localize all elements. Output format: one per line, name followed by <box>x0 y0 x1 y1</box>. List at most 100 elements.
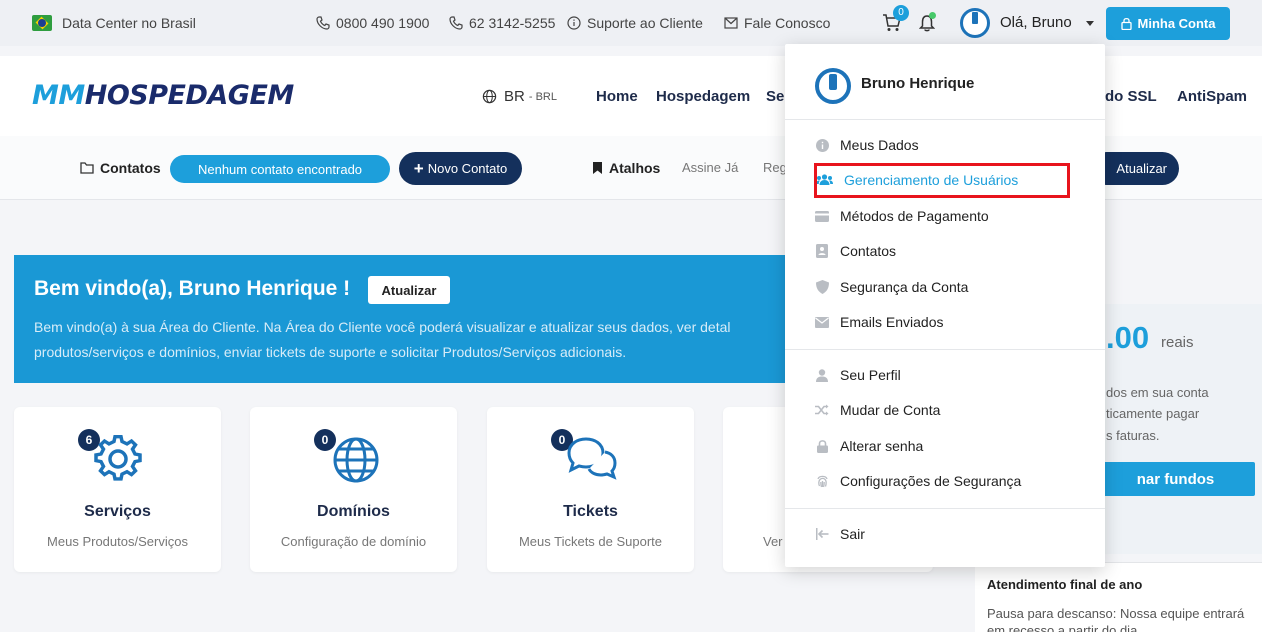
sign-out-icon <box>815 527 829 541</box>
contact-us-label: Fale Conosco <box>744 15 831 31</box>
notice-body: Pausa para descanso: Nossa equipe entrar… <box>987 606 1245 632</box>
phone-icon <box>449 16 463 30</box>
menu-item-emails-enviados[interactable]: Emails Enviados <box>815 312 944 332</box>
menu-item-alterar-senha[interactable]: Alterar senha <box>815 436 923 456</box>
nav-antispam[interactable]: AntiSpam <box>1177 88 1247 105</box>
nav-hospedagem[interactable]: Hospedagem <box>656 88 750 105</box>
phone-1-link[interactable]: 0800 490 1900 <box>316 0 429 46</box>
folder-icon <box>80 162 94 174</box>
notice-box: Atendimento final de ano Pausa para desc… <box>975 562 1262 632</box>
nav-home[interactable]: Home <box>596 88 638 105</box>
divider <box>785 508 1105 509</box>
lock-icon <box>815 439 829 453</box>
lock-icon <box>1120 17 1132 30</box>
cart-count-badge: 0 <box>893 5 909 21</box>
highlight-box <box>814 163 1070 198</box>
shortcut-registrar[interactable]: Reg <box>763 160 787 175</box>
menu-item-label: Métodos de Pagamento <box>840 208 989 224</box>
phone-2-link[interactable]: 62 3142-5255 <box>449 0 555 46</box>
user-greeting: Olá, Bruno <box>1000 14 1072 31</box>
my-account-button[interactable]: Minha Conta <box>1106 7 1230 40</box>
cart-button[interactable]: 0 <box>882 5 909 34</box>
update-shortcuts-label: Atualizar <box>1116 161 1167 176</box>
menu-item-label: Alterar senha <box>840 438 924 454</box>
shortcut-assine-ja[interactable]: Assine Já <box>682 160 738 175</box>
add-funds-button[interactable]: nar fundos <box>1096 462 1255 496</box>
caret-down-icon <box>1086 21 1094 26</box>
envelope-icon <box>724 17 738 29</box>
menu-item-seu-perfil[interactable]: Seu Perfil <box>815 365 901 385</box>
tickets-subtitle: Meus Tickets de Suporte <box>518 534 663 549</box>
currency-code: - BRL <box>528 90 557 103</box>
menu-item-sair[interactable]: Sair <box>815 524 865 544</box>
language-selector[interactable]: BR - BRL <box>482 88 557 105</box>
menu-item-meus-dados[interactable]: Meus Dados <box>815 135 919 155</box>
welcome-banner: Bem vindo(a), Bruno Henrique ! Atualizar… <box>14 255 814 383</box>
divider <box>785 119 1105 120</box>
user-avatar <box>960 8 990 38</box>
globe-icon <box>333 437 378 483</box>
user-icon <box>815 368 829 382</box>
divider <box>785 349 1105 350</box>
dropdown-user-name: Bruno Henrique <box>861 75 975 92</box>
credit-text-3: s faturas. <box>1106 428 1160 443</box>
services-card[interactable]: 6 Serviços Meus Produtos/Serviços <box>14 407 221 572</box>
menu-item-label: Seu Perfil <box>840 367 901 383</box>
notifications-button[interactable] <box>918 12 937 34</box>
support-link[interactable]: Suporte ao Cliente <box>567 0 703 46</box>
notification-dot <box>929 12 936 19</box>
brazil-flag-icon <box>32 15 52 31</box>
info-circle-icon <box>567 16 581 30</box>
top-bar: Data Center no Brasil 0800 490 1900 62 3… <box>0 0 1262 46</box>
phone-2-label: 62 3142-5255 <box>469 15 556 31</box>
site-logo[interactable]: MMHOSPEDAGEM <box>32 80 294 111</box>
datacenter-label: Data Center no Brasil <box>62 15 196 31</box>
globe-icon <box>482 89 497 104</box>
domains-subtitle: Configuração de domínio <box>280 534 427 549</box>
menu-item-config-seguranca[interactable]: Configurações de Segurança <box>815 471 1021 491</box>
user-dropdown-menu: Bruno Henrique Meus Dados Gerenciamento … <box>785 44 1105 567</box>
nav-certificado-ssl[interactable]: do SSL <box>1105 88 1157 105</box>
menu-item-seguranca-conta[interactable]: Segurança da Conta <box>815 277 968 297</box>
menu-item-label: Meus Dados <box>840 137 919 153</box>
welcome-text-line-2: produtos/serviços e domínios, enviar tic… <box>34 344 627 360</box>
menu-item-label: Contatos <box>840 243 897 259</box>
user-menu-toggle[interactable]: Olá, Bruno <box>960 8 1100 40</box>
menu-item-contatos[interactable]: Contatos <box>815 241 896 261</box>
contacts-label: Contatos <box>80 160 161 176</box>
domains-card[interactable]: 0 Domínios Configuração de domínio <box>250 407 457 572</box>
services-subtitle: Meus Produtos/Serviços <box>47 534 188 549</box>
contact-us-link[interactable]: Fale Conosco <box>724 0 830 46</box>
services-title: Serviços <box>84 503 151 520</box>
menu-item-metodos-pagamento[interactable]: Métodos de Pagamento <box>815 206 989 226</box>
my-account-label: Minha Conta <box>1137 16 1216 31</box>
credit-text-1: dos em sua conta <box>1106 385 1209 400</box>
menu-item-mudar-conta[interactable]: Mudar de Conta <box>815 400 940 420</box>
logo-mm: MM <box>32 80 85 111</box>
credit-unit: reais <box>1161 334 1194 351</box>
no-contacts-pill[interactable]: Nenhum contato encontrado <box>170 155 390 183</box>
dropdown-avatar <box>815 68 851 104</box>
menu-item-label: Sair <box>840 526 865 542</box>
shuffle-icon <box>815 403 829 417</box>
credit-text-2: ticamente pagar <box>1106 406 1200 421</box>
new-contact-label: Novo Contato <box>427 161 508 176</box>
contacts-label-text: Contatos <box>100 160 161 176</box>
tickets-card[interactable]: 0 Tickets Meus Tickets de Suporte <box>487 407 694 572</box>
welcome-update-button[interactable]: Atualizar <box>368 276 450 304</box>
notice-title: Atendimento final de ano <box>987 577 1143 592</box>
fingerprint-icon <box>815 474 829 488</box>
nav-servidores[interactable]: Se <box>766 88 784 105</box>
welcome-text-line-1: Bem vindo(a) à sua Área do Cliente. Na Á… <box>34 319 731 335</box>
info-icon <box>815 138 829 152</box>
new-contact-button[interactable]: + Novo Contato <box>399 152 522 185</box>
shortcuts-label: Atalhos <box>592 160 660 176</box>
shortcuts-label-text: Atalhos <box>609 160 661 176</box>
address-book-icon <box>815 244 829 258</box>
support-label: Suporte ao Cliente <box>587 15 703 31</box>
logo-text: HOSPEDAGEM <box>84 80 295 111</box>
shield-icon <box>815 280 829 294</box>
phone-icon <box>316 16 330 30</box>
menu-item-label: Emails Enviados <box>840 314 944 330</box>
datacenter-info: Data Center no Brasil <box>32 0 196 46</box>
